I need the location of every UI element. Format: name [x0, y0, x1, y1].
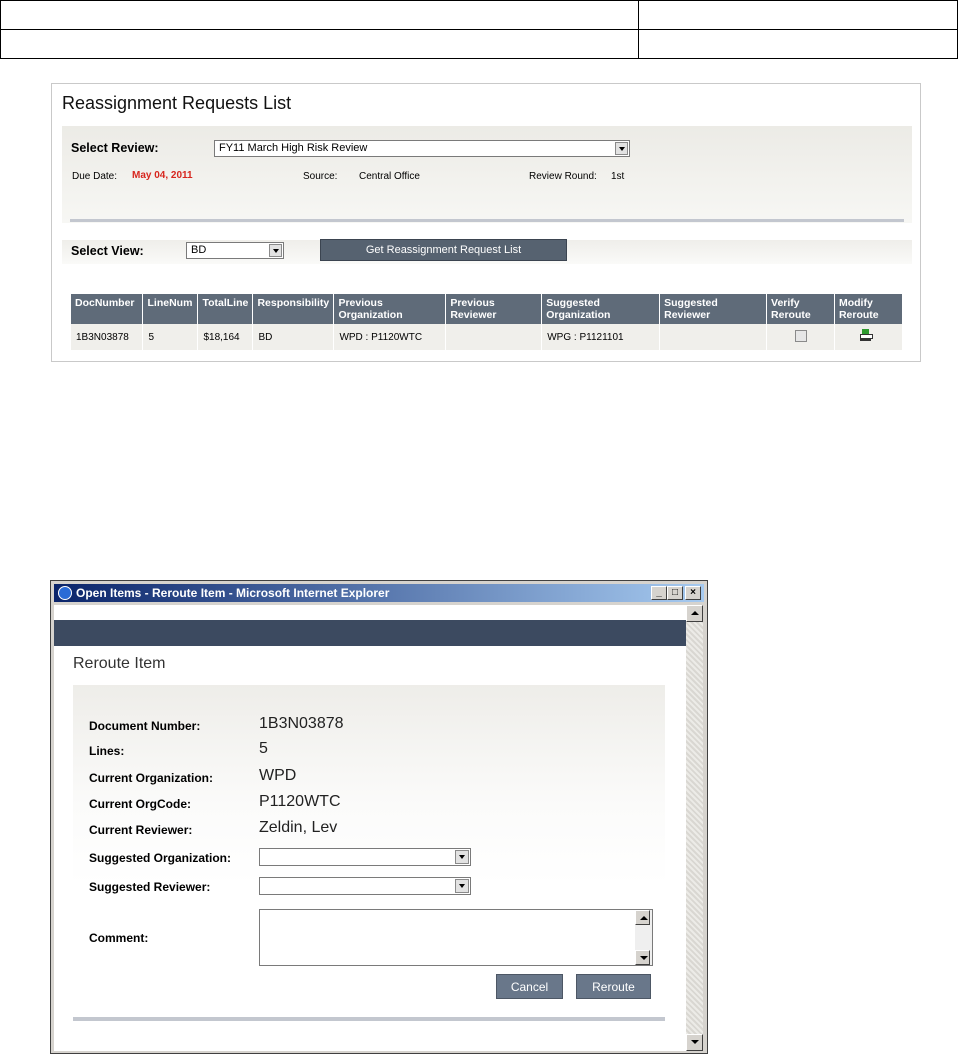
reassignment-panel: Reassignment Requests List Select Review…	[51, 83, 921, 362]
header-band	[54, 620, 686, 646]
close-button[interactable]: ×	[685, 586, 701, 600]
window-scrollbar[interactable]	[686, 605, 703, 1051]
reroute-window: Open Items - Reroute Item - Microsoft In…	[50, 580, 708, 1054]
previous-organization-cell: WPD : P1120WTC	[333, 324, 447, 350]
review-round-value: 1st	[611, 171, 625, 182]
cancel-button[interactable]: Cancel	[496, 974, 563, 999]
due-date-label: Due Date:	[72, 171, 118, 182]
divider	[73, 1017, 665, 1021]
current-reviewer-label: Current Reviewer:	[89, 823, 193, 837]
modify-reroute-icon[interactable]	[859, 329, 873, 342]
minimize-button[interactable]: _	[651, 586, 667, 600]
chevron-down-icon[interactable]	[455, 850, 469, 864]
comment-scrollbar[interactable]	[635, 910, 652, 965]
comment-label: Comment:	[89, 931, 149, 945]
select-view-dropdown[interactable]: BD	[186, 242, 284, 259]
suggested-reviewer-select[interactable]	[259, 877, 471, 895]
current-orgcode-value: P1120WTC	[259, 793, 341, 810]
select-view-value: BD	[191, 244, 207, 256]
table-row	[0, 29, 958, 59]
select-view-label: Select View:	[71, 244, 144, 258]
responsibility-cell: BD	[252, 324, 335, 350]
grid-header-row: DocNumber LineNum TotalLine Responsibili…	[71, 294, 904, 324]
chevron-down-icon[interactable]	[455, 879, 469, 893]
column-header: Responsibility	[252, 294, 335, 324]
chevron-down-icon[interactable]	[615, 142, 628, 155]
scroll-up-arrow-icon[interactable]	[686, 605, 703, 622]
divider	[70, 219, 904, 222]
verify-reroute-cell	[766, 324, 835, 350]
internet-explorer-icon	[58, 586, 72, 600]
column-header: Previous Organization	[333, 294, 447, 324]
previous-reviewer-cell	[445, 324, 543, 350]
column-header: LineNum	[142, 294, 199, 324]
current-reviewer-value: Zeldin, Lev	[259, 819, 338, 836]
select-review-label: Select Review:	[71, 141, 159, 155]
table-cell	[0, 29, 639, 59]
scroll-up-arrow-icon[interactable]	[635, 910, 650, 925]
document-table	[0, 0, 958, 59]
suggested-reviewer-label: Suggested Reviewer:	[89, 880, 211, 894]
column-header: DocNumber	[71, 294, 144, 324]
doc-number-cell: 1B3N03878	[71, 324, 144, 350]
verify-reroute-checkbox[interactable]	[795, 329, 808, 342]
total-line-cell: $18,164	[197, 324, 254, 350]
chevron-down-icon[interactable]	[269, 244, 282, 257]
due-date-value: May 04, 2011	[132, 170, 193, 181]
modify-reroute-cell	[834, 324, 904, 350]
get-reassignment-list-button[interactable]: Get Reassignment Request List	[320, 239, 567, 261]
comment-textarea[interactable]	[259, 909, 653, 966]
lines-value: 5	[259, 740, 268, 757]
select-review-value: FY11 March High Risk Review	[219, 142, 368, 154]
reroute-button[interactable]: Reroute	[576, 974, 651, 999]
current-organization-value: WPD	[259, 767, 297, 784]
suggested-organization-label: Suggested Organization:	[89, 851, 232, 865]
suggested-organization-select[interactable]	[259, 848, 471, 866]
window-client-area: Reroute Item Document Number: 1B3N03878 …	[54, 605, 686, 1051]
maximize-button[interactable]: □	[667, 586, 683, 600]
table-cell	[638, 29, 958, 59]
scroll-down-arrow-icon[interactable]	[686, 1034, 703, 1051]
table-cell	[638, 0, 958, 30]
panel-title: Reassignment Requests List	[62, 93, 292, 113]
line-num-cell: 5	[142, 324, 199, 350]
table-row	[0, 0, 958, 30]
scroll-down-arrow-icon[interactable]	[635, 950, 650, 965]
document-number-value: 1B3N03878	[259, 715, 344, 732]
suggested-organization-cell: WPG : P1121101	[541, 324, 661, 350]
column-header: Suggested Reviewer	[659, 294, 768, 324]
lines-label: Lines:	[89, 744, 125, 758]
review-round-label: Review Round:	[529, 171, 597, 182]
current-organization-label: Current Organization:	[89, 771, 214, 785]
window-title: Open Items - Reroute Item - Microsoft In…	[76, 586, 390, 600]
page-title: Reroute Item	[73, 655, 166, 672]
window-titlebar: Open Items - Reroute Item - Microsoft In…	[54, 584, 704, 602]
reassignment-grid: DocNumber LineNum TotalLine Responsibili…	[71, 294, 904, 350]
table-cell	[0, 0, 639, 30]
source-value: Central Office	[359, 171, 420, 182]
table-row: 1B3N03878 5 $18,164 BD WPD : P1120WTC WP…	[71, 324, 904, 350]
column-header: Modify Reroute	[834, 294, 904, 324]
current-orgcode-label: Current OrgCode:	[89, 797, 191, 811]
suggested-reviewer-cell	[659, 324, 768, 350]
column-header: Suggested Organization	[541, 294, 661, 324]
source-label: Source:	[303, 171, 338, 182]
select-review-dropdown[interactable]: FY11 March High Risk Review	[214, 140, 630, 157]
document-number-label: Document Number:	[89, 719, 201, 733]
column-header: Verify Reroute	[766, 294, 835, 324]
column-header: TotalLine	[197, 294, 254, 324]
column-header: Previous Reviewer	[445, 294, 543, 324]
